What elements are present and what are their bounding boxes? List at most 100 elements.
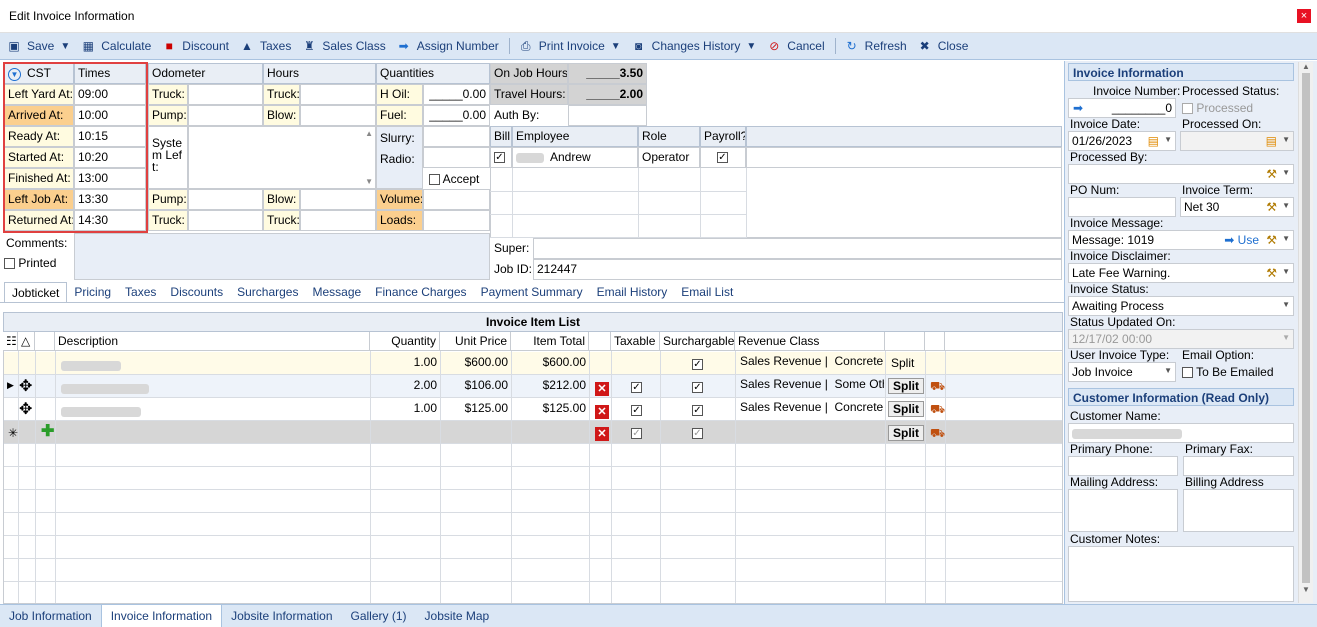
lookup-icon[interactable]: ⚒ [1266,200,1277,214]
accept-checkbox[interactable]: Accept [429,172,479,186]
scrollbar-thumb[interactable] [1302,73,1310,583]
item-revenue-class[interactable]: Sales Revenue | Concrete [737,398,884,416]
grid-header-sort[interactable]: △ [18,332,35,351]
chevron-down-icon[interactable]: ▼ [1282,267,1290,276]
item-quantity[interactable]: 1.00 [370,399,440,417]
checkbox[interactable] [429,174,440,186]
close-icon[interactable]: × [1297,9,1311,23]
bottom-tab-gallery-1-[interactable]: Gallery (1) [342,605,416,627]
assign-number-button[interactable]: ➡ Assign Number [396,39,499,53]
user-invoice-type-select[interactable]: Job Invoice ▼ [1068,362,1176,382]
invoice-term-input[interactable]: Net 30 ⚒ ▼ [1180,197,1294,217]
hours-blow2-input[interactable] [300,189,376,210]
slurry-input[interactable] [423,126,490,147]
calendar-icon[interactable]: ▤ [1266,134,1277,148]
bottom-tab-invoice-information[interactable]: Invoice Information [100,605,223,627]
delete-item-icon[interactable]: ✕ [592,402,612,421]
chevron-down-icon[interactable]: ▼ [1282,300,1290,309]
grid-header-surchargable[interactable]: Surchargable [660,332,735,351]
scrollbar-up-icon[interactable]: ▲ [1299,62,1313,71]
chevron-down-icon[interactable]: ▼ [60,41,70,52]
po-num-input[interactable] [1068,197,1176,217]
split-label[interactable]: Split [888,354,917,372]
right-panel-scrollbar[interactable]: ▲ ▼ [1298,62,1313,603]
arrow-right-icon[interactable]: ➡ [1073,101,1083,115]
odometer-truck-input[interactable] [188,84,263,105]
surchargable-checkbox[interactable]: ✓ [689,355,706,373]
odometer-truck2-input[interactable] [188,210,263,231]
item-quantity[interactable]: 2.00 [370,376,440,394]
chevron-down-icon[interactable]: ▼ [1282,168,1290,177]
loads-input[interactable] [423,210,490,231]
split-button[interactable]: Split [885,399,927,419]
bottom-tab-jobsite-information[interactable]: Jobsite Information [222,605,341,627]
taxable-checkbox[interactable]: ✓ [628,401,645,419]
taxable-checkbox[interactable]: ✓ [628,378,645,396]
lookup-icon[interactable]: ⚒ [1266,233,1277,247]
super-input[interactable] [533,238,1062,259]
item-unit-price[interactable]: $600.00 [440,353,511,371]
taxable-checkbox[interactable]: ✓ [628,424,645,442]
odometer-pump2-input[interactable] [188,189,263,210]
checkbox[interactable] [4,258,15,270]
item-revenue-class[interactable]: Sales Revenue | Concrete [737,352,884,370]
hours-blow-input[interactable] [300,105,376,126]
hours-truck2-input[interactable] [300,210,376,231]
save-button[interactable]: ▣ Save ▼ [6,39,70,53]
cancel-button[interactable]: ⊘ Cancel [766,39,824,53]
grid-header-quantity[interactable]: Quantity [370,332,440,351]
bottom-tab-job-information[interactable]: Job Information [0,605,101,627]
item-unit-price[interactable]: $125.00 [440,399,511,417]
chevron-down-icon[interactable]: ▼ [1164,366,1172,375]
tab-payment-summary[interactable]: Payment Summary [474,282,590,303]
item-revenue-class[interactable]: Sales Revenue | Some Oth [737,375,884,393]
lookup-icon[interactable]: ⚒ [1266,167,1277,181]
calendar-icon[interactable]: ▤ [1148,134,1159,148]
grid-header-description[interactable]: Description [55,332,370,351]
grid-header-revenue-class[interactable]: Revenue Class [735,332,885,351]
delete-item-icon[interactable]: ✕ [592,424,612,443]
grid-header-taxable[interactable]: Taxable [611,332,660,351]
close-button[interactable]: ✖ Close [917,39,969,53]
scrollbar-down-icon[interactable]: ▼ [1299,585,1313,594]
tab-discounts[interactable]: Discounts [163,282,230,303]
tab-surcharges[interactable]: Surcharges [230,282,305,303]
invoice-number-input[interactable]: ➡ ________0 [1068,98,1176,118]
surchargable-checkbox[interactable]: ✓ [689,378,706,396]
system-left-textarea[interactable]: ▲ ▼ [188,126,376,189]
invoice-status-select[interactable]: Awaiting Process ▼ [1068,296,1294,316]
tab-pricing[interactable]: Pricing [67,282,118,303]
comments-area[interactable] [74,233,490,280]
item-unit-price[interactable]: $106.00 [440,376,511,394]
processed-by-input[interactable]: ⚒ ▼ [1068,164,1294,184]
fuel-input[interactable]: _____0.00 [423,105,490,126]
split-button[interactable]: Split [885,423,927,443]
tab-jobticket[interactable]: Jobticket [4,282,68,303]
employee-bill-checkbox[interactable]: ✓ [490,147,512,168]
surchargable-checkbox[interactable]: ✓ [689,401,706,419]
volume-input[interactable] [423,189,490,210]
tab-taxes[interactable]: Taxes [118,282,163,303]
chevron-down-icon[interactable]: ▼ [1282,135,1290,144]
chevron-down-icon[interactable]: ▼ [1282,201,1290,210]
refresh-button[interactable]: ↻ Refresh [844,39,907,53]
invoice-message-input[interactable]: Message: 1019 ➡ Use ⚒ ▼ [1068,230,1294,250]
bottom-tab-jobsite-map[interactable]: Jobsite Map [416,605,499,627]
tab-finance-charges[interactable]: Finance Charges [368,282,473,303]
split-button[interactable]: Split [885,376,927,396]
odometer-pump-input[interactable] [188,105,263,126]
processed-on-input[interactable]: ▤ ▼ [1180,131,1294,151]
employee-payroll-checkbox[interactable]: ✓ [700,147,746,168]
lookup-icon[interactable]: ⚒ [1266,266,1277,280]
discount-button[interactable]: ■ Discount [161,39,229,53]
auth-by-input[interactable] [568,105,647,126]
processed-checkbox[interactable]: Processed [1182,101,1253,115]
radio-input[interactable] [423,147,490,168]
scrollbar[interactable]: ▼ [365,177,373,186]
tab-email-list[interactable]: Email List [674,282,740,303]
printed-checkbox[interactable]: Printed [4,256,56,270]
item-quantity[interactable]: 1.00 [370,353,440,371]
delete-item-icon[interactable]: ✕ [592,379,612,398]
chevron-down-icon[interactable]: ▼ [1164,135,1172,144]
grid-header-item-total[interactable]: Item Total [511,332,589,351]
